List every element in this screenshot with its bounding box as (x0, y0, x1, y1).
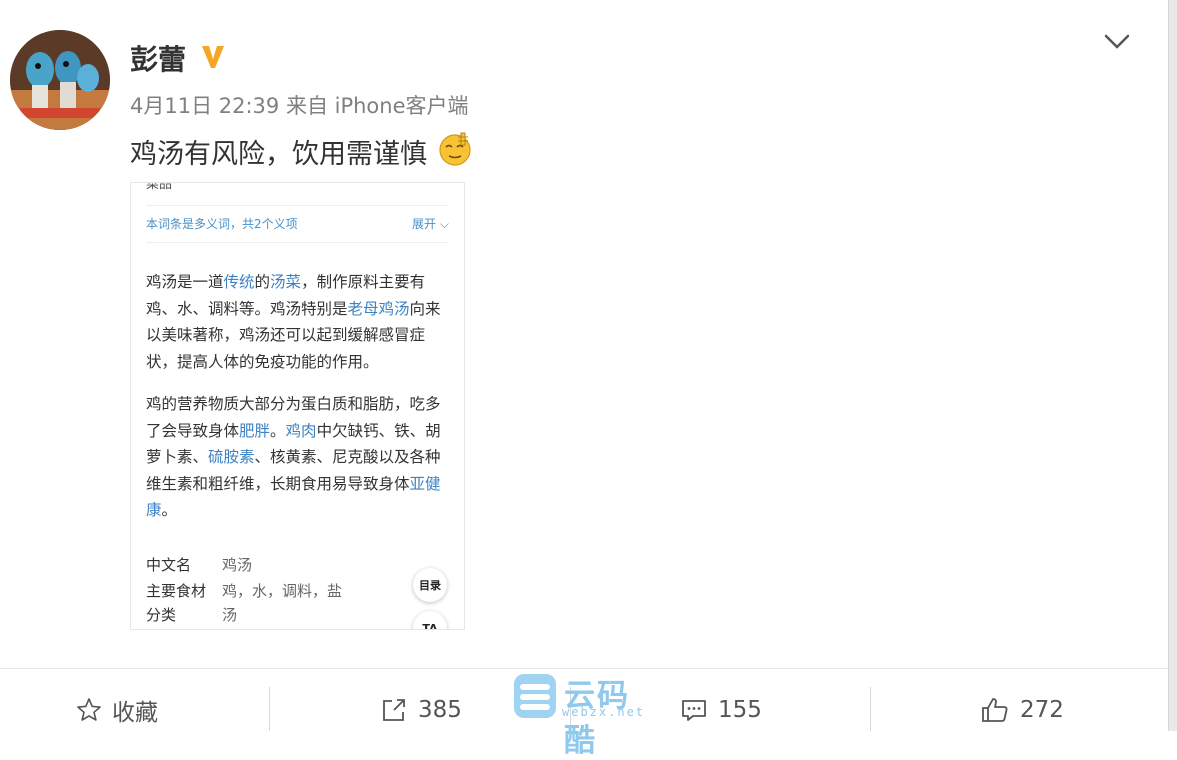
info-row-ingredients: 主要食材 鸡，水，调料，盐 (146, 582, 343, 600)
post-meta: 4月11日 22:39 来自 iPhone客户端 (130, 94, 469, 118)
info-row-category: 分类汤 (146, 606, 238, 624)
text-link: 老母鸡汤 (347, 299, 410, 318)
action-separator (269, 687, 270, 731)
info-row-name: 中文名 鸡汤 (146, 556, 253, 574)
action-separator (870, 687, 871, 731)
emoji-icon (439, 132, 471, 166)
watermark-logo (514, 674, 556, 718)
watermark: 云码酷 webzx.net (512, 672, 662, 759)
verified-icon (202, 46, 224, 68)
text-segment: 。 (270, 421, 286, 440)
chevron-down-icon: ⌵ (439, 217, 449, 231)
expand-link: 展开 ⌵ (412, 217, 449, 231)
like-button[interactable]: 272 (980, 690, 1064, 730)
post-text: 鸡汤有风险，饮用需谨慎 (130, 139, 427, 170)
like-count: 272 (1020, 697, 1064, 723)
text-segment: 的 (254, 273, 271, 291)
ta-button: TA (413, 611, 447, 629)
avatar[interactable] (10, 30, 110, 130)
repost-icon (383, 699, 405, 721)
polysemy-note: 本词条是多义词，共2个义项 (146, 217, 298, 231)
text-link: 硫胺素 (208, 448, 255, 466)
toc-button: 目录 (413, 568, 447, 602)
comment-count: 155 (718, 697, 762, 723)
polysemy-bar: 本词条是多义词，共2个义项 展开 ⌵ (146, 205, 449, 243)
comment-button[interactable]: 155 (680, 690, 762, 730)
favorite-label: 收藏 (112, 700, 158, 726)
divider (0, 668, 1168, 669)
star-icon (77, 698, 101, 721)
text-segment: 。 (161, 501, 178, 519)
repost-button[interactable]: 385 (380, 690, 462, 730)
text-segment: 鸡汤是一道 (146, 273, 224, 291)
post-image[interactable]: 菜品 本词条是多义词，共2个义项 展开 ⌵ 鸡汤是一道传统的汤菜，制作原料主要有… (130, 182, 465, 630)
repost-count: 385 (418, 697, 462, 723)
watermark-domain: webzx.net (562, 705, 646, 719)
author-name[interactable]: 彭蕾 (130, 38, 186, 78)
text-link: 肥胖 (239, 421, 271, 440)
text-link: 传统 (223, 273, 255, 291)
weibo-post-card: 彭蕾 4月11日 22:39 来自 iPhone客户端 鸡汤有风险，饮用需谨慎 … (0, 0, 1168, 759)
paragraph-2: 鸡的营养物质大部分为蛋白质和脂肪，吃多了会导致身体肥胖。鸡肉中欠缺钙、铁、胡萝卜… (146, 391, 451, 524)
text-link: 汤菜 (270, 273, 302, 291)
image-top-label: 菜品 (146, 182, 173, 192)
thumbs-up-icon (982, 698, 1008, 722)
chevron-down-icon[interactable] (1102, 27, 1132, 57)
scrollbar-track[interactable] (1168, 0, 1177, 731)
text-link: 鸡肉 (285, 421, 317, 440)
comment-icon (682, 700, 706, 721)
favorite-button[interactable]: 收藏 (76, 690, 158, 730)
paragraph-1: 鸡汤是一道传统的汤菜，制作原料主要有鸡、水、调料等。鸡汤特别是老母鸡汤向来以美味… (146, 269, 451, 375)
